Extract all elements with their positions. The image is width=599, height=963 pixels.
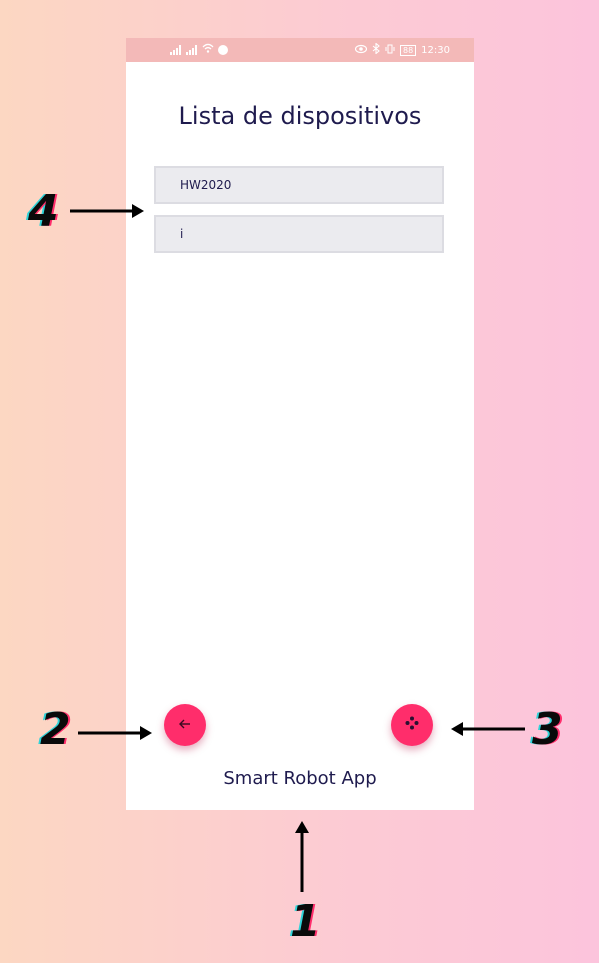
callout-arrow-3: [451, 722, 525, 736]
signal-icon: [186, 44, 198, 55]
back-button[interactable]: [164, 704, 206, 746]
page-title: Lista de dispositivos: [178, 102, 422, 130]
bluetooth-icon: [372, 42, 380, 57]
callout-arrow-2: [78, 726, 152, 740]
callout-arrow-1: [295, 821, 309, 892]
eye-icon: [354, 44, 368, 57]
device-item[interactable]: HW2020: [154, 166, 444, 204]
back-arrow-icon: [178, 716, 192, 735]
status-left: [170, 43, 228, 56]
signal-icon: [170, 44, 182, 55]
clock: 12:30: [421, 44, 450, 56]
callout-label-3: 3: [532, 704, 563, 755]
vibrate-icon: [385, 44, 395, 57]
status-right: 88 12:30: [354, 42, 450, 57]
wifi-icon: [202, 43, 214, 56]
callout-arrow-4: [70, 204, 144, 218]
spotify-icon: [218, 44, 228, 55]
phone-screen: 88 12:30 Lista de dispositivos HW2020 i …: [126, 38, 474, 810]
device-item[interactable]: i: [154, 215, 444, 253]
status-bar: 88 12:30: [126, 38, 474, 62]
app-name-footer: Smart Robot App: [223, 768, 377, 789]
battery-level: 88: [402, 45, 414, 55]
callout-label-2: 2: [40, 704, 71, 755]
controller-button[interactable]: [391, 704, 433, 746]
callout-label-1: 1: [290, 896, 321, 947]
gamepad-icon: [404, 715, 420, 735]
battery-icon: 88: [399, 44, 417, 56]
callout-label-4: 4: [28, 186, 59, 237]
